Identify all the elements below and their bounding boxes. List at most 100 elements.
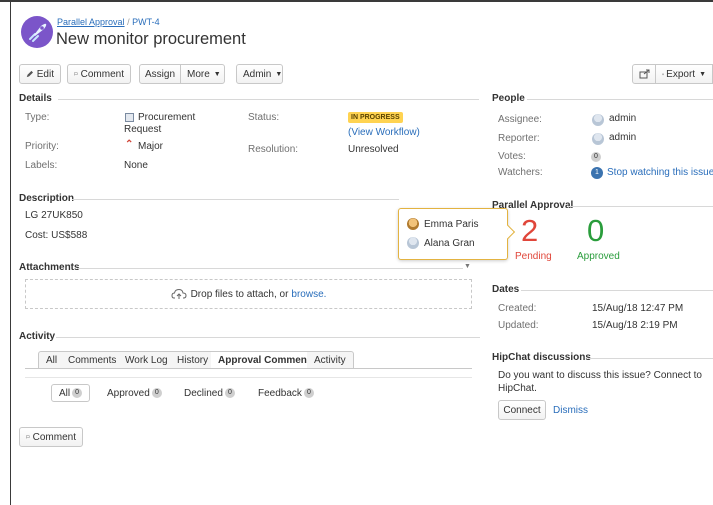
connect-button[interactable]: Connect <box>498 400 546 420</box>
dates-heading: Dates <box>492 284 520 295</box>
assign-label: Assign <box>145 68 176 80</box>
updated-value: 15/Aug/18 2:19 PM <box>592 320 678 331</box>
admin-dropdown[interactable]: Admin ▼ <box>236 64 283 84</box>
priority-label: Priority: <box>25 141 59 152</box>
reporter-value[interactable]: admin <box>609 132 636 143</box>
chevron-down-icon: ▼ <box>699 70 706 78</box>
filter-declined[interactable]: Declined 0 <box>177 384 242 402</box>
filter-approved-label: Approved <box>107 387 150 399</box>
labels-label: Labels: <box>25 160 58 171</box>
tab-history[interactable]: History <box>170 351 217 369</box>
comment-label: Comment <box>80 68 124 80</box>
share-button[interactable] <box>632 64 656 84</box>
activity-heading: Activity <box>19 331 56 342</box>
page-title: New monitor procurement <box>56 30 246 48</box>
view-workflow-link[interactable]: (View Workflow) <box>348 127 420 138</box>
breadcrumb-project-link[interactable]: Parallel Approval <box>57 17 125 27</box>
votes-label: Votes: <box>498 151 526 162</box>
edit-label: Edit <box>36 68 54 80</box>
chevron-down-icon: ▼ <box>213 70 221 78</box>
updated-label: Updated: <box>498 320 539 331</box>
tab-comments[interactable]: Comments <box>61 351 125 369</box>
activity-divider <box>56 337 480 338</box>
procurement-type-icon <box>125 113 134 122</box>
filter-all-label: All <box>59 387 71 399</box>
tab-work-log[interactable]: Work Log <box>118 351 176 369</box>
attachments-divider <box>78 268 463 269</box>
status-label: Status: <box>248 112 280 123</box>
dismiss-link[interactable]: Dismiss <box>553 405 588 416</box>
approver-name: Emma Paris <box>424 218 479 230</box>
project-avatar[interactable] <box>21 16 53 48</box>
assign-button[interactable]: Assign <box>139 64 181 84</box>
priority-major-icon: ⌃ <box>125 139 134 150</box>
assignee-avatar-icon <box>592 114 604 126</box>
description-line-2: Cost: US$588 <box>25 230 88 241</box>
more-label: More <box>187 68 210 80</box>
attachments-toggle-icon[interactable]: ▼ <box>464 263 471 270</box>
details-heading: Details <box>19 93 52 104</box>
reporter-avatar-icon <box>592 133 604 145</box>
tabs-baseline <box>25 368 472 369</box>
resolution-label: Resolution: <box>248 144 299 155</box>
edit-button[interactable]: Edit <box>19 64 61 84</box>
tab-approval-comment[interactable]: Approval Comment <box>211 351 319 369</box>
export-label: Export <box>666 68 696 80</box>
assignee-value[interactable]: admin <box>609 113 636 124</box>
watchers-count[interactable]: 1 <box>591 167 603 179</box>
created-label: Created: <box>498 303 537 314</box>
description-divider <box>72 199 399 200</box>
reporter-label: Reporter: <box>498 133 540 144</box>
approved-label: Approved <box>577 251 620 262</box>
stop-watching-link[interactable]: Stop watching this issue <box>607 167 713 178</box>
attachments-heading: Attachments <box>19 262 80 273</box>
approver-name: Alana Gran <box>424 237 475 249</box>
breadcrumb-issue-key[interactable]: PWT-4 <box>132 17 160 27</box>
browse-link[interactable]: browse. <box>291 289 326 300</box>
approver-row[interactable]: Emma Paris <box>407 218 478 230</box>
export-dropdown[interactable]: Export ▼ <box>655 64 713 84</box>
type-value-cont: Request <box>124 124 162 135</box>
chevron-down-icon: ▼ <box>275 70 283 78</box>
approver-row[interactable]: Alana Gran <box>407 237 475 249</box>
description-line-1: LG 27UK850 <box>25 210 83 221</box>
filter-declined-count: 0 <box>224 388 235 398</box>
speech-bubble-icon <box>26 435 30 439</box>
priority-value: Major <box>138 141 164 152</box>
filter-all[interactable]: All 0 <box>51 384 91 402</box>
window-frame-left <box>10 2 11 505</box>
user-avatar-icon <box>407 218 419 230</box>
share-icon <box>639 69 649 79</box>
type-value: Procurement <box>138 112 196 123</box>
bottom-comment-button[interactable]: Comment <box>19 427 83 447</box>
pencil-icon <box>26 70 33 78</box>
filter-all-count: 0 <box>72 388 83 398</box>
comment-button[interactable]: Comment <box>67 64 131 84</box>
hipchat-text: Do you want to discuss this issue? Conne… <box>498 370 702 394</box>
type-label: Type: <box>25 112 50 123</box>
filter-declined-label: Declined <box>184 387 223 399</box>
resolution-value: Unresolved <box>348 144 399 155</box>
dropzone-text: Drop files to attach, or <box>190 288 289 300</box>
watchers-label: Watchers: <box>498 167 543 178</box>
pending-label: Pending <box>515 251 552 262</box>
tab-activity[interactable]: Activity <box>307 351 354 369</box>
filter-approved[interactable]: Approved 0 <box>100 384 169 402</box>
user-avatar-icon <box>407 237 419 249</box>
filter-approved-count: 0 <box>151 388 162 398</box>
votes-count[interactable]: 0 <box>591 152 601 162</box>
pending-count[interactable]: 2 <box>521 213 538 249</box>
admin-label: Admin <box>243 68 272 80</box>
window-frame-top <box>0 0 713 2</box>
speech-bubble-icon <box>74 72 78 76</box>
approvers-popup: Emma Paris Alana Gran <box>398 208 508 260</box>
approved-count[interactable]: 0 <box>587 213 604 249</box>
attachment-dropzone[interactable]: Drop files to attach, or browse. <box>25 279 472 309</box>
filter-feedback-label: Feedback <box>258 387 302 399</box>
breadcrumb: Parallel Approval / PWT-4 <box>57 17 160 27</box>
labels-value: None <box>124 160 148 171</box>
filter-feedback[interactable]: Feedback 0 <box>251 384 321 402</box>
status-badge: IN PROGRESS <box>348 112 403 123</box>
created-value: 15/Aug/18 12:47 PM <box>592 303 684 314</box>
more-dropdown[interactable]: More ▼ <box>180 64 225 84</box>
